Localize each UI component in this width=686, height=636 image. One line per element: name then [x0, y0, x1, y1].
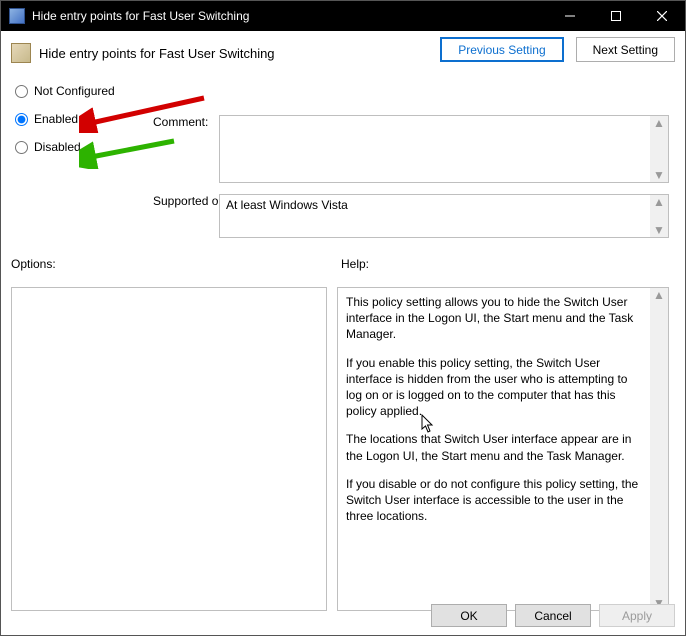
radio-not-configured-label: Not Configured [34, 84, 115, 98]
policy-editor-window: Hide entry points for Fast User Switchin… [0, 0, 686, 636]
apply-button[interactable]: Apply [599, 604, 675, 627]
supported-on-label: Supported on: [153, 194, 228, 208]
radio-not-configured-input[interactable] [15, 85, 28, 98]
policy-item-icon [11, 43, 31, 63]
radio-enabled-label: Enabled [34, 112, 78, 126]
window-title: Hide entry points for Fast User Switchin… [32, 9, 547, 23]
help-panel: This policy setting allows you to hide t… [337, 287, 669, 611]
minimize-button[interactable] [547, 1, 593, 31]
comment-scrollbar[interactable]: ▲▼ [650, 116, 668, 182]
maximize-button[interactable] [593, 1, 639, 31]
client-area: Hide entry points for Fast User Switchin… [1, 31, 685, 635]
radio-disabled-input[interactable] [15, 141, 28, 154]
comment-label: Comment: [153, 115, 208, 129]
help-text: This policy setting allows you to hide t… [338, 288, 650, 610]
comment-field[interactable]: ▲▼ [219, 115, 669, 183]
nav-buttons: Previous Setting Next Setting [440, 37, 675, 62]
policy-icon [9, 8, 25, 24]
radio-enabled-input[interactable] [15, 113, 28, 126]
supported-on-value: At least Windows Vista [220, 195, 650, 237]
mid-labels: Options: Help: [11, 257, 677, 271]
help-scrollbar[interactable]: ▲▼ [650, 288, 668, 610]
next-setting-button[interactable]: Next Setting [576, 37, 675, 62]
options-label: Options: [11, 257, 341, 271]
comment-textarea[interactable] [220, 116, 650, 182]
footer-buttons: OK Cancel Apply [1, 604, 675, 627]
supported-scrollbar[interactable]: ▲▼ [650, 195, 668, 237]
help-p4: If you disable or do not configure this … [346, 476, 642, 525]
ok-button[interactable]: OK [431, 604, 507, 627]
previous-setting-button[interactable]: Previous Setting [440, 37, 563, 62]
options-panel [11, 287, 327, 611]
close-button[interactable] [639, 1, 685, 31]
supported-on-field: At least Windows Vista ▲▼ [219, 194, 669, 238]
help-p1: This policy setting allows you to hide t… [346, 294, 642, 343]
help-label: Help: [341, 257, 369, 271]
radio-not-configured[interactable]: Not Configured [11, 79, 675, 103]
radio-disabled-label: Disabled [34, 140, 81, 154]
help-p3: The locations that Switch User interface… [346, 431, 642, 463]
help-p2: If you enable this policy setting, the S… [346, 355, 642, 420]
titlebar[interactable]: Hide entry points for Fast User Switchin… [1, 1, 685, 31]
header-label: Hide entry points for Fast User Switchin… [39, 46, 275, 61]
cancel-button[interactable]: Cancel [515, 604, 591, 627]
